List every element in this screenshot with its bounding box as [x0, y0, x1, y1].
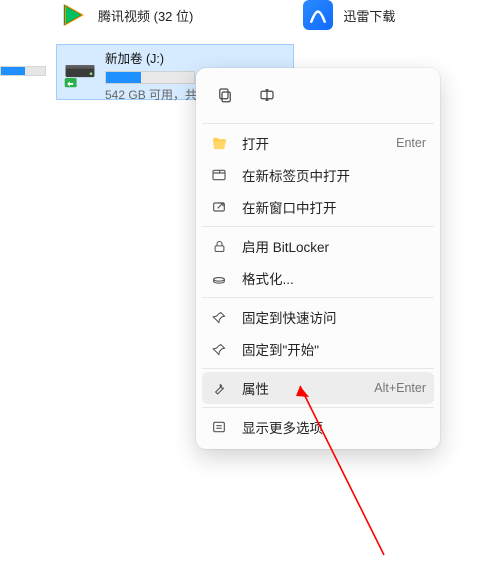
- open-tab-icon: [210, 166, 228, 184]
- folder-open-icon: [210, 134, 228, 152]
- pin-icon: [210, 340, 228, 358]
- wrench-icon: [210, 379, 228, 397]
- menu-item-label: 显示更多选项: [242, 417, 426, 437]
- desktop-item-label: 迅雷下载: [343, 6, 395, 25]
- context-menu: 打开 Enter 在新标签页中打开 在新窗口中打开 启用 BitLocker 格…: [196, 68, 440, 449]
- menu-item-label: 固定到快速访问: [242, 307, 426, 327]
- menu-item-more-options[interactable]: 显示更多选项: [202, 411, 434, 443]
- menu-item-label: 启用 BitLocker: [242, 236, 426, 256]
- menu-item-label: 在新窗口中打开: [242, 197, 426, 217]
- menu-item-label: 在新标签页中打开: [242, 165, 426, 185]
- menu-item-properties[interactable]: 属性 Alt+Enter: [202, 372, 434, 404]
- menu-item-format[interactable]: 格式化...: [202, 262, 434, 294]
- menu-item-shortcut: Alt+Enter: [374, 381, 426, 395]
- menu-item-open[interactable]: 打开 Enter: [202, 127, 434, 159]
- menu-item-shortcut: Enter: [396, 136, 426, 150]
- xunlei-icon: [303, 0, 333, 30]
- desktop-item-label: 腾讯视频 (32 位): [98, 6, 193, 25]
- desktop-item-xunlei[interactable]: 迅雷下载: [303, 0, 395, 30]
- menu-item-pin-quick[interactable]: 固定到快速访问: [202, 301, 434, 333]
- drive-icon: [57, 45, 103, 99]
- menu-item-label: 格式化...: [242, 268, 426, 288]
- menu-item-bitlocker[interactable]: 启用 BitLocker: [202, 230, 434, 262]
- lock-icon: [210, 237, 228, 255]
- menu-item-label: 固定到"开始": [242, 339, 426, 359]
- drive-name: 新加卷 (J:): [105, 48, 287, 67]
- tencent-video-icon: [58, 0, 88, 30]
- pin-icon: [210, 308, 228, 326]
- menu-item-pin-start[interactable]: 固定到"开始": [202, 333, 434, 365]
- format-icon: [210, 269, 228, 287]
- menu-item-label: 打开: [242, 133, 382, 153]
- partial-progress-bar: [0, 66, 46, 76]
- open-window-icon: [210, 198, 228, 216]
- rename-button[interactable]: [246, 78, 288, 114]
- desktop-item-tencent[interactable]: 腾讯视频 (32 位): [58, 0, 193, 30]
- menu-item-open-window[interactable]: 在新窗口中打开: [202, 191, 434, 223]
- drive-usage-bar: [105, 71, 195, 84]
- copy-icon: [216, 86, 234, 107]
- rename-icon: [258, 86, 276, 107]
- copy-button[interactable]: [204, 78, 246, 114]
- menu-item-open-tab[interactable]: 在新标签页中打开: [202, 159, 434, 191]
- more-options-icon: [210, 418, 228, 436]
- menu-item-label: 属性: [242, 378, 360, 398]
